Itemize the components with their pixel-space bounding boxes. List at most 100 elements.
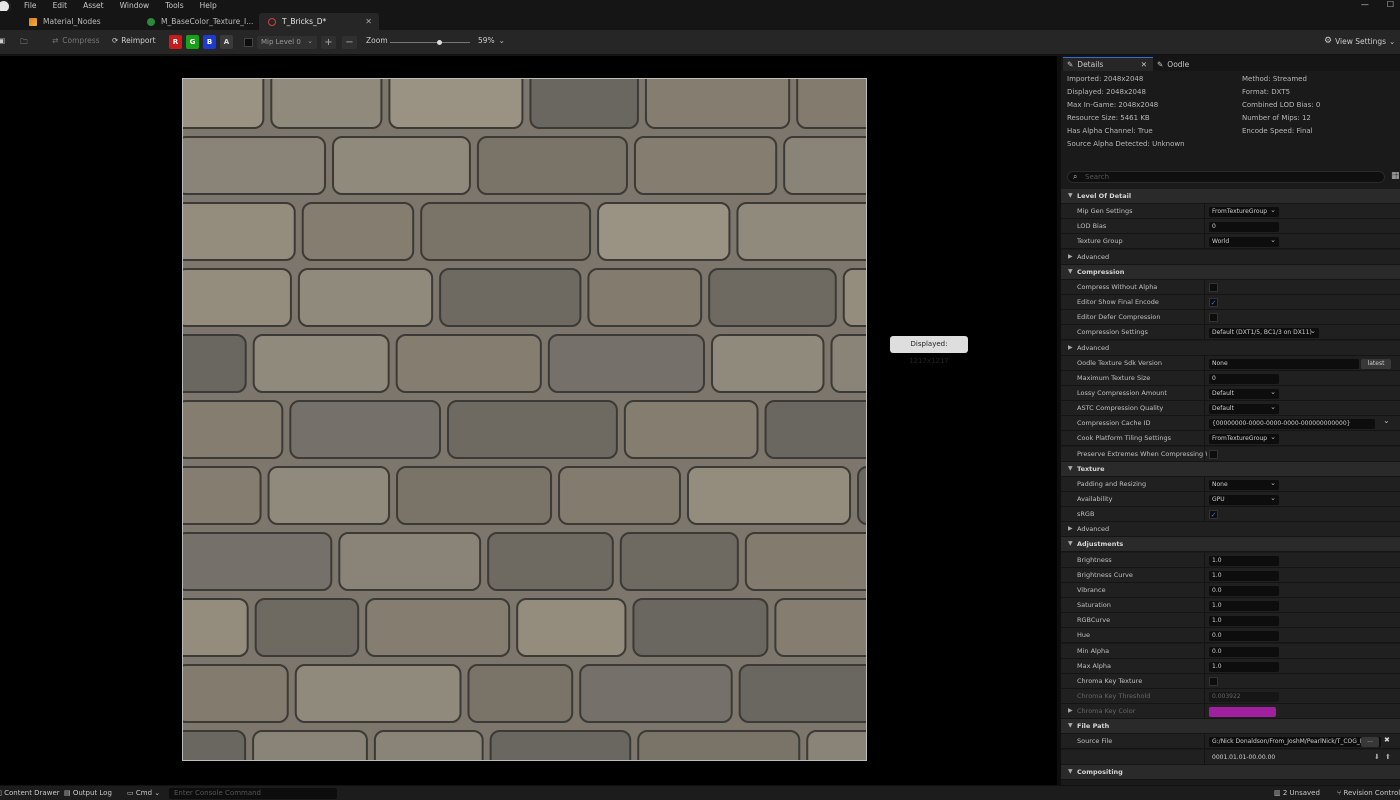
content-drawer-button[interactable]: ▯ Content Drawer xyxy=(0,789,60,797)
tab-material-nodes[interactable]: Material_Nodes xyxy=(20,13,138,30)
menu-item-asset[interactable]: Asset xyxy=(83,1,104,10)
view-settings-button[interactable]: ⚙ View Settings ⌄ xyxy=(1324,36,1395,46)
category-header[interactable]: ▼ Adjustments xyxy=(1061,537,1400,553)
brick xyxy=(447,400,618,459)
cmd-dropdown[interactable]: ▭ Cmd ⌄ xyxy=(127,789,160,797)
property-input[interactable]: 1.0 xyxy=(1209,601,1279,612)
property-checkbox[interactable]: ✓ xyxy=(1209,510,1218,520)
tab-details[interactable]: ✎ Details ✕ xyxy=(1063,57,1153,71)
property-input[interactable]: 1.0 xyxy=(1209,661,1279,672)
texture-info-line: Has Alpha Channel: True xyxy=(1067,127,1153,135)
property-checkbox[interactable]: ✓ xyxy=(1209,298,1218,308)
category-header[interactable]: ▼ File Path xyxy=(1061,719,1400,735)
brick xyxy=(252,730,368,760)
collapse-arrow-icon[interactable]: ▶ xyxy=(1068,707,1073,714)
property-checkbox[interactable] xyxy=(1209,282,1218,292)
chevron-down-icon[interactable]: ⌄ xyxy=(1383,416,1390,425)
property-input[interactable]: 0 xyxy=(1209,222,1279,233)
blue-channel-button[interactable]: B xyxy=(203,35,216,49)
property-input[interactable]: None xyxy=(1209,358,1359,369)
tab-material-instance[interactable]: M_BaseColor_Texture_I... xyxy=(138,13,258,30)
revision-control-button[interactable]: ⑂ Revision Control xyxy=(1337,789,1400,797)
menu-item-window[interactable]: Window xyxy=(120,1,150,10)
category-header[interactable]: ▼ Compositing xyxy=(1061,764,1400,780)
tab-t-bricks[interactable]: T_Bricks_D* ✕ xyxy=(259,13,379,30)
collapse-arrow-icon[interactable]: ▶ xyxy=(1068,344,1073,351)
expand-arrow-icon[interactable]: ▼ xyxy=(1068,192,1073,199)
red-channel-button[interactable]: R xyxy=(169,35,182,49)
compress-button[interactable]: ⇄ Compress xyxy=(52,36,100,45)
property-checkbox[interactable] xyxy=(1209,449,1218,459)
mip-increase-button[interactable]: + xyxy=(321,36,336,49)
expand-arrow-icon[interactable]: ▼ xyxy=(1068,768,1073,775)
collapse-arrow-icon[interactable]: ▶ xyxy=(1068,253,1073,260)
reimport-button[interactable]: ⟳ Reimport xyxy=(112,36,156,45)
property-dropdown[interactable]: Default (DXT1/5, BC1/3 on DX11) xyxy=(1209,328,1319,339)
tab-oodle[interactable]: ✎ Oodle xyxy=(1157,57,1217,71)
zoom-slider[interactable] xyxy=(390,40,470,45)
alpha-channel-button[interactable]: A xyxy=(220,35,233,49)
expand-arrow-icon[interactable]: ▼ xyxy=(1068,465,1073,472)
search-input[interactable]: ⌕ Search xyxy=(1067,171,1385,183)
property-input[interactable]: 1.0 xyxy=(1209,555,1279,566)
green-channel-button[interactable]: G xyxy=(186,35,199,49)
property-input[interactable]: 0.0 xyxy=(1209,646,1279,657)
property-checkbox[interactable] xyxy=(1209,313,1218,323)
expand-arrow-icon[interactable]: ▼ xyxy=(1068,268,1073,275)
mip-decrease-button[interactable]: − xyxy=(342,36,357,49)
advanced-section-row[interactable]: ▶ Advanced xyxy=(1061,249,1400,265)
collapse-arrow-icon[interactable]: ▶ xyxy=(1068,525,1073,532)
menu-item-file[interactable]: File xyxy=(24,1,37,10)
maximize-icon[interactable]: ☐ xyxy=(1387,0,1394,9)
category-header[interactable]: ▼ Texture xyxy=(1061,461,1400,477)
download-icon[interactable]: ⬇ xyxy=(1374,753,1380,761)
zoom-slider-handle[interactable] xyxy=(437,40,443,45)
latest-button[interactable]: latest xyxy=(1361,358,1391,369)
category-header[interactable]: ▼ Compression xyxy=(1061,264,1400,280)
property-checkbox[interactable] xyxy=(1209,676,1218,686)
menu-item-tools[interactable]: Tools xyxy=(165,1,183,10)
property-input[interactable]: 1.0 xyxy=(1209,616,1279,627)
texture-viewport[interactable]: Displayed: 1217x1217 xyxy=(0,56,1057,785)
property-input[interactable]: 0.0 xyxy=(1209,585,1279,596)
browse-icon[interactable]: 🗀 xyxy=(20,36,28,49)
browse-button[interactable]: ... xyxy=(1361,737,1379,748)
menu-item-help[interactable]: Help xyxy=(200,1,217,10)
grid-view-icon[interactable]: ▦ xyxy=(1391,171,1400,181)
property-input[interactable]: 1.0 xyxy=(1209,570,1279,581)
property-dropdown[interactable]: None xyxy=(1209,479,1279,490)
property-row: 0001.01.01-00.00.00 ⬇ ⬆ xyxy=(1061,749,1400,765)
property-dropdown[interactable]: GPU xyxy=(1209,495,1279,505)
save-icon[interactable]: ▣ xyxy=(0,36,5,45)
unsaved-button[interactable]: ▥ 2 Unsaved xyxy=(1274,789,1320,797)
property-input[interactable]: 0.0 xyxy=(1209,631,1279,642)
property-dropdown[interactable]: Default xyxy=(1209,388,1279,399)
advanced-section-row[interactable]: ▶ Advanced xyxy=(1061,340,1400,356)
property-row: Editor Defer Compression xyxy=(1061,310,1400,326)
close-icon[interactable]: ✕ xyxy=(1141,60,1147,69)
property-input[interactable]: G:/Nick Donaldson/From_JoshM/PearlNick/T… xyxy=(1209,737,1381,748)
expand-arrow-icon[interactable]: ▼ xyxy=(1068,540,1073,547)
zoom-dropdown[interactable]: 59% ⌄ xyxy=(478,36,505,45)
category-header[interactable]: ▼ Level Of Detail xyxy=(1061,189,1400,204)
brick xyxy=(783,136,866,195)
property-dropdown[interactable]: FromTextureGroup xyxy=(1209,434,1279,445)
minimize-icon[interactable]: — xyxy=(1361,0,1369,9)
expand-arrow-icon[interactable]: ▼ xyxy=(1068,722,1073,729)
property-input[interactable]: 0 xyxy=(1209,373,1279,384)
clear-icon[interactable]: ✖ xyxy=(1384,736,1390,744)
property-dropdown[interactable]: Default xyxy=(1209,404,1279,415)
mip-level-dropdown[interactable]: Mip Level 0 ⌄ xyxy=(257,36,317,49)
output-log-button[interactable]: ▤ Output Log xyxy=(64,789,112,797)
mip-checkbox[interactable] xyxy=(244,38,253,47)
property-input[interactable]: {00000000-0000-0000-0000-000000000000} xyxy=(1209,419,1375,430)
upload-icon[interactable]: ⬆ xyxy=(1385,753,1391,761)
property-dropdown[interactable]: World xyxy=(1209,237,1279,248)
property-dropdown[interactable]: FromTextureGroup xyxy=(1209,207,1279,218)
menu-item-edit[interactable]: Edit xyxy=(53,1,68,10)
color-swatch[interactable] xyxy=(1209,707,1276,718)
advanced-section-row[interactable]: ▶ Advanced xyxy=(1061,522,1400,538)
console-input[interactable]: Enter Console Command xyxy=(169,788,337,799)
close-icon[interactable]: ✕ xyxy=(365,17,372,26)
property-label: Cook Platform Tiling Settings xyxy=(1077,434,1171,443)
